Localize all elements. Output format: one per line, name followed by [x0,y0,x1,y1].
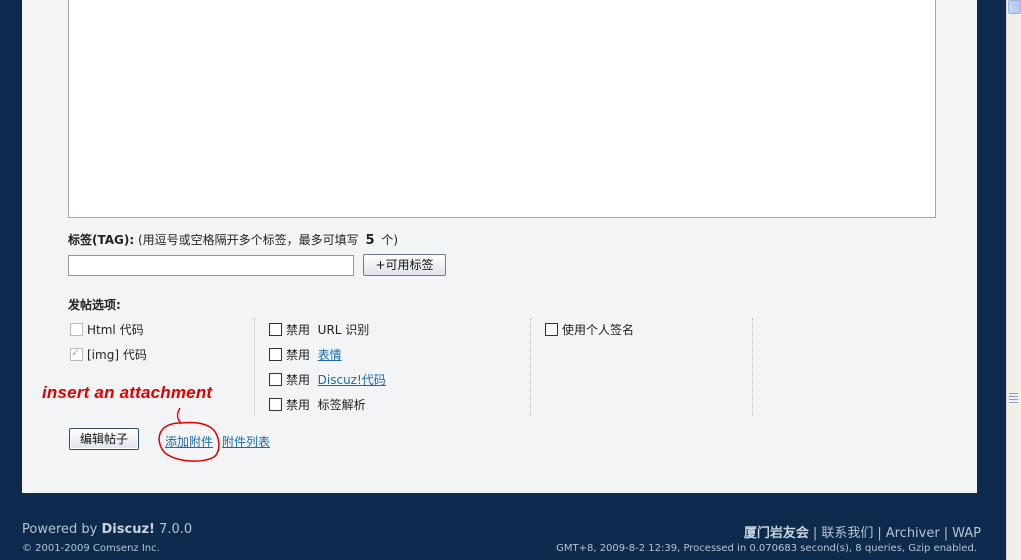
footer-stats: GMT+8, 2009-8-2 12:39, Processed in 0.07… [556,543,977,554]
column-divider [254,318,255,416]
column-divider [530,318,531,416]
footer-link-contact[interactable]: 联系我们 [821,526,873,541]
available-tags-button[interactable]: +可用标签 [363,254,446,276]
checkbox-disable-tag-parse[interactable] [269,398,282,411]
tag-label: 标签(TAG): (用逗号或空格隔开多个标签，最多可填写 5 个) [68,231,398,248]
footer-link-site[interactable]: 厦门岩友会 [744,526,809,541]
option-prefix: 禁用 [286,348,311,362]
attachment-list-link[interactable]: 附件列表 [222,433,270,450]
powered-by: Powered by Discuz! 7.0.0 [22,522,192,537]
column-divider [752,318,753,416]
checkbox-disable-url[interactable] [269,323,282,336]
option-label: [img] 代码 [87,348,147,362]
powered-prefix: Powered by [22,522,98,537]
tag-input[interactable] [68,255,354,276]
copyright: © 2001-2009 Comsenz Inc. [22,543,160,554]
option-label: Html 代码 [87,323,144,337]
powered-brand[interactable]: Discuz! [102,522,155,537]
footer-link-archiver[interactable]: Archiver [886,526,940,541]
powered-version: 7.0.0 [159,522,193,537]
option-prefix: 禁用 [286,398,311,412]
annotation-text: insert an attachment [42,383,213,402]
message-editor[interactable] [68,0,936,218]
option-label: 标签解析 [317,398,366,412]
option-html-code[interactable]: Html 代码 [70,321,144,338]
option-disable-tag-parse[interactable]: 禁用 标签解析 [269,396,366,413]
discuzcode-link[interactable]: Discuz!代码 [318,373,386,387]
option-prefix: 禁用 [286,373,311,387]
option-label: 使用个人签名 [562,323,635,337]
checkbox-img-code[interactable] [70,346,83,361]
option-use-signature[interactable]: 使用个人签名 [545,321,634,338]
scrollbar-thumb[interactable] [1008,0,1021,14]
option-disable-discuzcode[interactable]: 禁用 Discuz!代码 [269,371,386,388]
tag-max-count: 5 [365,233,375,248]
tag-label-title: 标签(TAG): [68,233,135,247]
post-options-title: 发帖选项: [68,298,121,312]
annotation-circle [158,407,220,462]
tag-label-suffix: 个) [381,233,399,247]
tag-label-hint: (用逗号或空格隔开多个标签，最多可填写 [138,233,359,247]
checkbox-disable-discuzcode[interactable] [269,373,282,386]
footer-links: 厦门岩友会 | 联系我们 | Archiver | WAP [743,526,981,541]
checkbox-html-code[interactable] [70,323,83,336]
option-disable-smilies[interactable]: 禁用 表情 [269,346,342,363]
smilies-link[interactable]: 表情 [318,348,342,362]
vertical-scrollbar[interactable] [1006,0,1021,560]
option-prefix: 禁用 [286,323,311,337]
footer-link-wap[interactable]: WAP [952,526,981,541]
edit-post-button[interactable]: 编辑帖子 [69,428,139,450]
checkbox-disable-smilies[interactable] [269,348,282,361]
option-img-code[interactable]: [img] 代码 [70,346,147,363]
option-disable-url[interactable]: 禁用 URL 识别 [269,321,369,338]
option-label: URL 识别 [317,323,370,337]
scrollbar-grip-icon [1009,393,1018,407]
checkbox-use-signature[interactable] [545,323,558,336]
